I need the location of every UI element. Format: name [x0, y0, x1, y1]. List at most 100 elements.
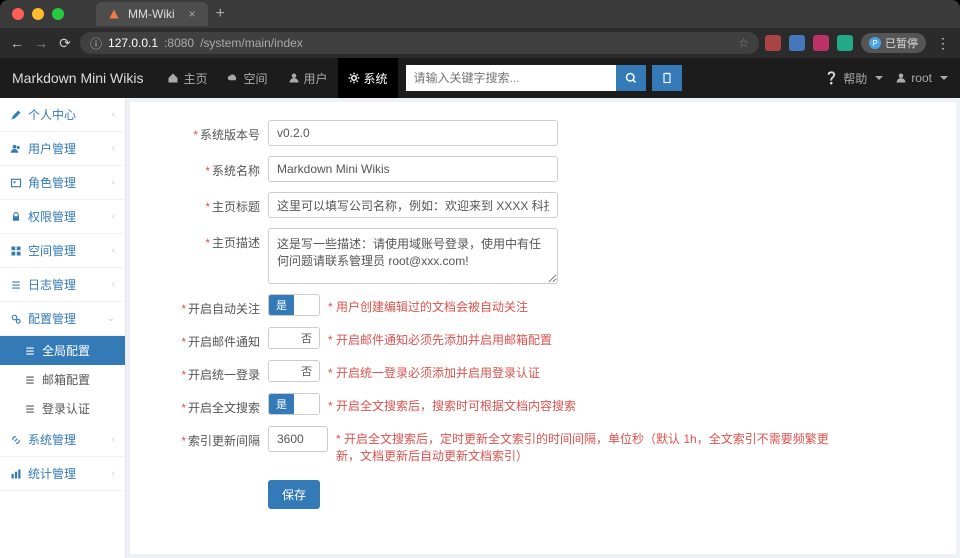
toggle-mail[interactable]: 否 [268, 327, 320, 349]
home-icon [167, 72, 179, 84]
clipboard-button[interactable] [652, 65, 682, 91]
help-icon: ❔ [824, 71, 839, 85]
label-version: *系统版本号 [150, 120, 260, 143]
browser-toolbar: ← → ⟳ ⓘ 127.0.0.1 :8080/system/main/index… [0, 28, 960, 58]
window-minimize[interactable] [32, 8, 44, 20]
sidebar-sub-mail[interactable]: 邮箱配置 [0, 365, 125, 394]
list-icon [24, 403, 36, 415]
lock-icon [10, 211, 22, 223]
search-button[interactable] [616, 65, 646, 91]
nav-space[interactable]: 空间 [217, 58, 277, 98]
chevron-left-icon: ‹ [112, 177, 115, 188]
gears-icon [10, 313, 22, 325]
nav-reload-icon[interactable]: ⟳ [56, 35, 74, 52]
input-version[interactable] [268, 120, 558, 146]
clipboard-icon [661, 72, 673, 84]
hint-mail: * 开启邮件通知必须先添加并启用邮箱配置 [328, 327, 552, 348]
profile-initial: P [869, 37, 881, 49]
search-icon [625, 72, 637, 84]
tab-title: MM-Wiki [128, 7, 175, 21]
label-fulltext: *开启全文搜索 [150, 393, 260, 416]
extension-icon[interactable] [789, 35, 805, 51]
nav-home[interactable]: 主页 [157, 58, 217, 98]
url-domain: 127.0.0.1 [108, 36, 158, 50]
tab-close-icon[interactable]: × [189, 7, 196, 21]
sidebar-item-users[interactable]: 用户管理‹ [0, 132, 125, 166]
list-icon [24, 374, 36, 386]
link-icon [10, 434, 22, 446]
help-dropdown[interactable]: ❔ 帮助 [824, 70, 883, 87]
id-icon [10, 177, 22, 189]
sidebar-item-config[interactable]: 配置管理⌄ [0, 302, 125, 336]
list-icon [10, 279, 22, 291]
nav-forward-icon: → [32, 35, 50, 51]
textarea-desc[interactable]: 这是写一些描述：请使用域账号登录，使用中有任何问题请联系管理员 root@xxx… [268, 228, 558, 284]
url-bar[interactable]: ⓘ 127.0.0.1 :8080/system/main/index ☆ [80, 32, 759, 54]
brand: Markdown Mini Wikis [12, 70, 143, 86]
sidebar-item-spaces[interactable]: 空间管理‹ [0, 234, 125, 268]
paused-badge[interactable]: P 已暂停 [861, 33, 926, 53]
label-interval: *索引更新间隔 [150, 426, 260, 449]
input-name[interactable] [268, 156, 558, 182]
hint-fulltext: * 开启全文搜索后，搜索时可根据文档内容搜索 [328, 393, 576, 414]
chevron-left-icon: ‹ [112, 109, 115, 120]
label-sso: *开启统一登录 [150, 360, 260, 383]
sidebar-item-system[interactable]: 系统管理‹ [0, 423, 125, 457]
bookmark-star-icon[interactable]: ☆ [738, 36, 749, 50]
toggle-sso[interactable]: 否 [268, 360, 320, 382]
hint-sso: * 开启统一登录必须添加并启用登录认证 [328, 360, 540, 381]
tab-favicon-icon [108, 8, 120, 20]
insecure-icon: ⓘ [90, 35, 102, 52]
list-icon [24, 345, 36, 357]
chevron-left-icon: ‹ [112, 211, 115, 222]
chevron-left-icon: ‹ [112, 434, 115, 445]
url-path: /system/main/index [200, 36, 303, 50]
hint-auto-follow: * 用户创建编辑过的文档会被自动关注 [328, 294, 528, 315]
gear-icon [348, 72, 360, 84]
save-button[interactable]: 保存 [268, 480, 320, 509]
extension-icon[interactable] [813, 35, 829, 51]
nav-system[interactable]: 系统 [338, 58, 398, 98]
nav-users[interactable]: 用户 [278, 58, 338, 98]
window-close[interactable] [12, 8, 24, 20]
user-dropdown[interactable]: root [895, 70, 948, 87]
sidebar-item-permissions[interactable]: 权限管理‹ [0, 200, 125, 234]
label-name: *系统名称 [150, 156, 260, 179]
users-icon [10, 143, 22, 155]
sidebar-sub-auth[interactable]: 登录认证 [0, 394, 125, 423]
label-mail: *开启邮件通知 [150, 327, 260, 350]
grid-icon [10, 245, 22, 257]
window-maximize[interactable] [52, 8, 64, 20]
sidebar: 个人中心‹ 用户管理‹ 角色管理‹ 权限管理‹ 空间管理‹ 日志管理‹ 配置管理… [0, 98, 126, 558]
url-port: :8080 [164, 36, 194, 50]
label-auto-follow: *开启自动关注 [150, 294, 260, 317]
sidebar-item-profile[interactable]: 个人中心‹ [0, 98, 125, 132]
chevron-down-icon: ⌄ [107, 313, 115, 324]
sidebar-sub-global[interactable]: 全局配置 [0, 336, 125, 365]
extension-icon[interactable] [765, 35, 781, 51]
input-title[interactable] [268, 192, 558, 218]
search-input[interactable] [406, 65, 616, 91]
browser-tab[interactable]: MM-Wiki × [96, 2, 208, 26]
chevron-left-icon: ‹ [112, 279, 115, 290]
sidebar-item-logs[interactable]: 日志管理‹ [0, 268, 125, 302]
user-icon [288, 72, 300, 84]
app-header: Markdown Mini Wikis 主页 空间 用户 系统 ❔ 帮助 roo… [0, 58, 960, 98]
label-title: *主页标题 [150, 192, 260, 215]
chevron-left-icon: ‹ [112, 468, 115, 479]
cloud-icon [227, 72, 239, 84]
hint-interval: * 开启全文搜索后，定时更新全文索引的时间间隔，单位秒（默认 1h，全文索引不需… [336, 426, 836, 464]
sidebar-item-stats[interactable]: 统计管理‹ [0, 457, 125, 491]
toggle-auto-follow[interactable]: 是 [268, 294, 320, 316]
sidebar-item-roles[interactable]: 角色管理‹ [0, 166, 125, 200]
nav-back-icon[interactable]: ← [8, 35, 26, 51]
paused-label: 已暂停 [885, 35, 918, 51]
extension-icon[interactable] [837, 35, 853, 51]
bar-chart-icon [10, 468, 22, 480]
window-titlebar: MM-Wiki × + [0, 0, 960, 28]
label-desc: *主页描述 [150, 228, 260, 251]
input-interval[interactable] [268, 426, 328, 452]
toggle-fulltext[interactable]: 是 [268, 393, 320, 415]
new-tab-button[interactable]: + [216, 5, 225, 23]
browser-menu-icon[interactable]: ⋮ [934, 35, 952, 52]
